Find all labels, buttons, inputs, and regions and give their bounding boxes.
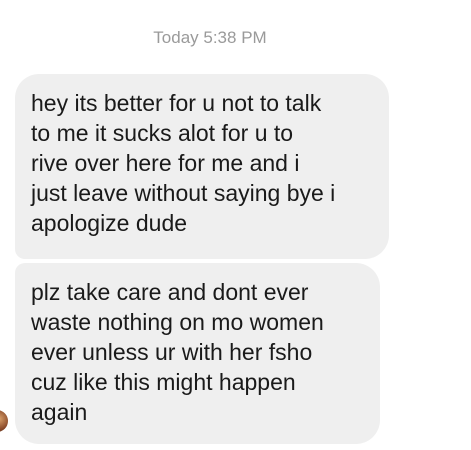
incoming-message-bubble[interactable]: plz take care and dont ever waste nothin…	[15, 263, 380, 444]
message-timestamp: Today 5:38 PM	[153, 28, 267, 47]
incoming-message-bubble[interactable]: hey its better for u not to talk to me i…	[15, 74, 389, 259]
sender-avatar[interactable]	[0, 410, 8, 432]
